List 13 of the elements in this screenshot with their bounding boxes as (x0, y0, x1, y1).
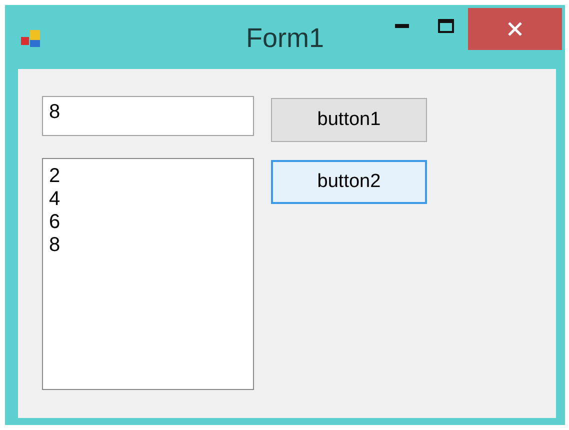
list-item[interactable]: 6 (49, 211, 247, 234)
minimize-icon (395, 24, 409, 28)
text-field[interactable]: 8 (42, 96, 254, 136)
form-button[interactable]: button1 (271, 98, 427, 142)
list-box[interactable]: 2 4 6 8 (42, 158, 254, 390)
window-title: Form1 (246, 23, 324, 54)
close-icon (507, 21, 523, 37)
form-button[interactable]: button2 (271, 160, 427, 204)
list-item[interactable]: 8 (49, 234, 247, 257)
list-item[interactable]: 2 (49, 165, 247, 188)
app-icon (21, 30, 41, 48)
list-item[interactable]: 4 (49, 188, 247, 211)
maximize-icon (438, 19, 454, 33)
